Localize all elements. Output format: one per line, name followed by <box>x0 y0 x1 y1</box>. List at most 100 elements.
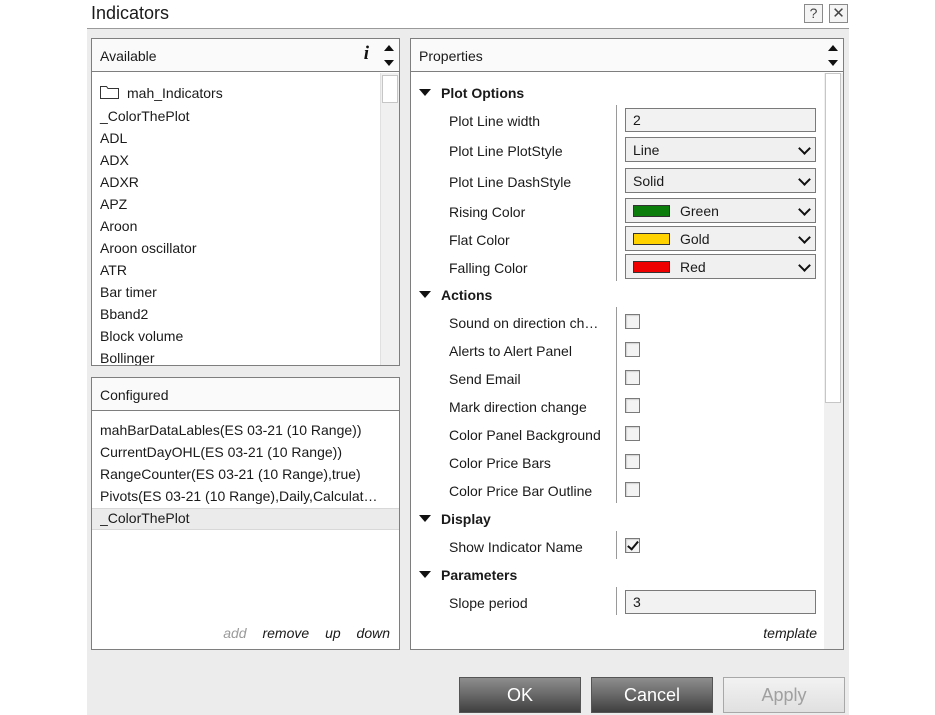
help-button[interactable]: ? <box>804 4 823 23</box>
configured-item[interactable]: mahBarDataLables(ES 03-21 (10 Range)) <box>100 422 390 438</box>
down-link[interactable]: down <box>357 625 390 641</box>
column-divider[interactable] <box>616 531 617 559</box>
list-item[interactable]: ADXR <box>100 174 139 190</box>
collapse-triangle-icon[interactable] <box>419 89 431 96</box>
window-title: Indicators <box>91 3 170 23</box>
list-item[interactable]: ADX <box>100 152 129 168</box>
configured-item-selected[interactable]: _ColorThePlot <box>100 510 390 526</box>
configured-item[interactable]: Pivots(ES 03-21 (10 Range),Daily,Calcula… <box>100 488 390 504</box>
scroll-up-arrow-icon[interactable] <box>384 45 394 51</box>
select-value: Gold <box>680 231 710 247</box>
plot-line-plotstyle-label: Plot Line PlotStyle <box>449 143 563 159</box>
list-item[interactable]: Bollinger <box>100 350 154 365</box>
flat-color-select[interactable]: Gold <box>625 226 816 251</box>
template-link[interactable]: template <box>763 625 817 641</box>
slope-period-input[interactable]: 3 <box>625 590 816 614</box>
color-bar-outline-label: Color Price Bar Outline <box>449 483 593 499</box>
flat-color-label: Flat Color <box>449 232 510 248</box>
falling-color-select[interactable]: Red <box>625 254 816 279</box>
chevron-down-icon <box>798 259 811 272</box>
alerts-panel-checkbox[interactable] <box>625 342 640 357</box>
configured-list: mahBarDataLables(ES 03-21 (10 Range)) Cu… <box>92 412 399 649</box>
configured-panel: Configured mahBarDataLables(ES 03-21 (10… <box>91 377 400 650</box>
color-panel-bg-label: Color Panel Background <box>449 427 601 443</box>
properties-header: Properties <box>411 39 843 72</box>
column-divider[interactable] <box>616 105 617 281</box>
list-item[interactable]: _ColorThePlot <box>100 108 190 124</box>
available-title: Available <box>100 48 157 64</box>
list-item[interactable]: ATR <box>100 262 127 278</box>
add-link[interactable]: add <box>223 625 246 641</box>
scroll-down-arrow-icon[interactable] <box>384 60 394 66</box>
list-item[interactable]: ADL <box>100 130 127 146</box>
category-label: Plot Options <box>441 85 525 101</box>
mark-direction-label: Mark direction change <box>449 399 587 415</box>
slope-period-label: Slope period <box>449 595 528 611</box>
collapse-triangle-icon[interactable] <box>419 515 431 522</box>
plot-line-dashstyle-select[interactable]: Solid <box>625 168 816 193</box>
alerts-panel-label: Alerts to Alert Panel <box>449 343 572 359</box>
apply-button[interactable]: Apply <box>723 677 845 713</box>
color-price-bars-label: Color Price Bars <box>449 455 551 471</box>
info-icon[interactable]: i <box>364 43 369 65</box>
rising-color-select[interactable]: Green <box>625 198 816 223</box>
properties-panel: Properties Plot Options Plot Line width … <box>410 38 844 650</box>
plot-line-plotstyle-select[interactable]: Line <box>625 137 816 162</box>
configured-actions: add remove up down <box>211 625 390 641</box>
list-item[interactable]: APZ <box>100 196 127 212</box>
select-value: Green <box>680 203 719 219</box>
show-indicator-name-label: Show Indicator Name <box>449 539 583 555</box>
list-item[interactable]: Bar timer <box>100 284 157 300</box>
plot-line-width-input[interactable]: 2 <box>625 108 816 132</box>
mark-direction-checkbox[interactable] <box>625 398 640 413</box>
configured-item[interactable]: CurrentDayOHL(ES 03-21 (10 Range)) <box>100 444 390 460</box>
falling-color-label: Falling Color <box>449 260 528 276</box>
ok-button[interactable]: OK <box>459 677 581 713</box>
configured-header: Configured <box>92 378 399 411</box>
scroll-up-arrow-icon[interactable] <box>828 45 838 51</box>
color-swatch <box>633 261 670 273</box>
color-bar-outline-checkbox[interactable] <box>625 482 640 497</box>
category-actions[interactable]: Actions <box>419 287 492 303</box>
available-panel: Available i mah_Indicators _ColorThePlot… <box>91 38 400 366</box>
show-indicator-name-checkbox[interactable] <box>625 538 640 553</box>
folder-icon <box>100 86 119 99</box>
available-scroll-arrows[interactable] <box>379 39 399 72</box>
plot-line-width-label: Plot Line width <box>449 113 541 129</box>
column-divider[interactable] <box>616 307 617 503</box>
close-button[interactable]: ✕ <box>829 4 848 23</box>
scroll-down-arrow-icon[interactable] <box>828 60 838 66</box>
available-scroll-thumb[interactable] <box>382 75 398 103</box>
chevron-down-icon <box>798 203 811 216</box>
remove-link[interactable]: remove <box>262 625 309 641</box>
category-plot-options[interactable]: Plot Options <box>419 85 524 101</box>
collapse-triangle-icon[interactable] <box>419 291 431 298</box>
category-display[interactable]: Display <box>419 511 491 527</box>
chevron-down-icon <box>798 173 811 186</box>
list-item[interactable]: Block volume <box>100 328 183 344</box>
configured-item[interactable]: RangeCounter(ES 03-21 (10 Range),true) <box>100 466 390 482</box>
list-item[interactable]: Aroon <box>100 218 137 234</box>
category-label: Actions <box>441 287 493 303</box>
properties-scrollbar[interactable] <box>824 73 843 649</box>
column-divider[interactable] <box>616 587 617 615</box>
collapse-triangle-icon[interactable] <box>419 571 431 578</box>
category-parameters[interactable]: Parameters <box>419 567 517 583</box>
category-label: Parameters <box>441 567 518 583</box>
color-panel-bg-checkbox[interactable] <box>625 426 640 441</box>
category-label: Display <box>441 511 491 527</box>
select-value: Line <box>633 142 660 158</box>
properties-scroll-thumb[interactable] <box>825 73 841 403</box>
up-link[interactable]: up <box>325 625 341 641</box>
list-item[interactable]: Bband2 <box>100 306 148 322</box>
send-email-checkbox[interactable] <box>625 370 640 385</box>
sound-direction-checkbox[interactable] <box>625 314 640 329</box>
plot-line-dashstyle-label: Plot Line DashStyle <box>449 174 572 190</box>
available-scrollbar[interactable] <box>380 73 399 365</box>
list-item-folder[interactable]: mah_Indicators <box>127 85 223 101</box>
properties-scroll-arrows[interactable] <box>823 39 843 72</box>
cancel-button[interactable]: Cancel <box>591 677 713 713</box>
color-swatch <box>633 233 670 245</box>
color-price-bars-checkbox[interactable] <box>625 454 640 469</box>
list-item[interactable]: Aroon oscillator <box>100 240 197 256</box>
